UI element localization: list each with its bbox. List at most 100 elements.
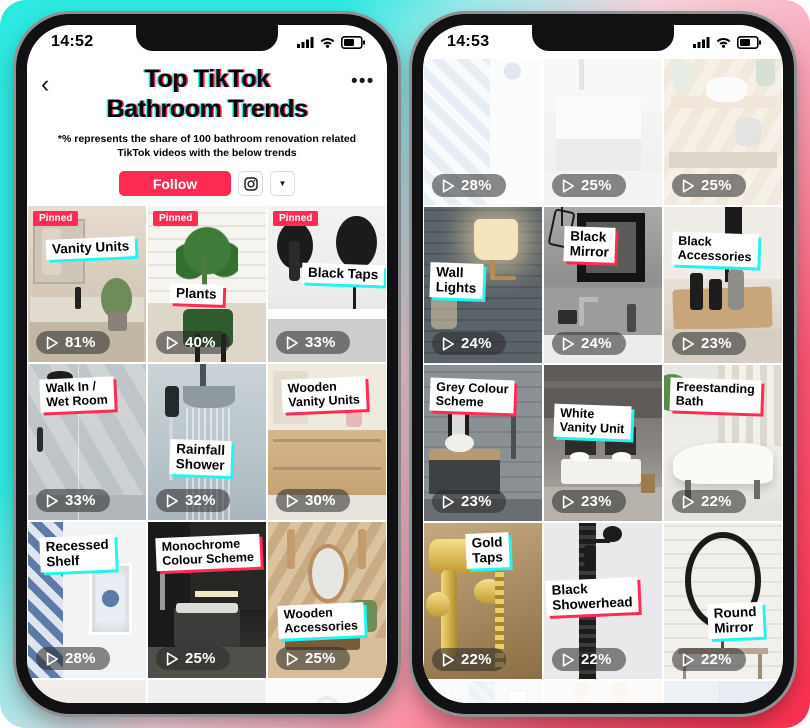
trend-tile[interactable]: Wall Lights 24% xyxy=(424,207,542,363)
trend-tile[interactable]: Grey Colour Scheme 23% xyxy=(424,365,542,521)
view-percentage-value: 30% xyxy=(305,492,336,509)
trend-grid-left: Pinned Vanity Units 81% Pinned Plants 40% Pinn… xyxy=(27,206,387,703)
status-icons xyxy=(297,36,365,49)
play-icon xyxy=(166,494,179,508)
view-percentage-badge: 25% xyxy=(672,174,746,197)
wifi-icon xyxy=(320,36,335,48)
trend-label: Wooden Vanity Units xyxy=(281,377,366,414)
trend-tile[interactable] xyxy=(268,680,386,703)
trend-tile[interactable]: Gold Taps 22% xyxy=(424,523,542,679)
follow-button[interactable]: Follow xyxy=(119,171,231,196)
page-title: Top TikTok Bathroom Trends xyxy=(63,65,351,124)
play-icon xyxy=(682,337,695,351)
view-percentage-badge: 32% xyxy=(156,489,230,512)
view-percentage-value: 22% xyxy=(701,651,732,668)
pinned-badge: Pinned xyxy=(33,211,78,226)
trend-label: Black Showerhead xyxy=(545,577,639,616)
play-icon xyxy=(286,652,299,666)
instagram-button[interactable] xyxy=(238,171,263,196)
trend-tile[interactable]: 25% xyxy=(544,49,662,205)
view-percentage-badge: 33% xyxy=(36,489,110,512)
page-title-line-2: Bathroom Trends xyxy=(63,95,351,125)
trend-tile[interactable]: 25% xyxy=(664,49,782,205)
trend-tile[interactable]: Walk In / Wet Room 33% xyxy=(28,364,146,520)
status-clock: 14:53 xyxy=(447,33,489,51)
view-percentage-badge: 33% xyxy=(276,331,350,354)
view-percentage-value: 24% xyxy=(461,335,492,352)
battery-icon xyxy=(341,36,365,49)
trend-label: Black Taps xyxy=(302,263,385,286)
trend-tile[interactable]: Recessed Shelf 28% xyxy=(28,522,146,678)
phone-left-screen: 14:52 ‹ Top TikTok Bathroom Trends ••• *… xyxy=(27,25,387,703)
trend-tile[interactable]: Monochrome Colour Scheme 25% xyxy=(148,522,266,678)
trend-tile[interactable]: 28% xyxy=(424,49,542,205)
trend-tile[interactable]: Wooden Vanity Units 30% xyxy=(268,364,386,520)
trend-tile[interactable] xyxy=(28,680,146,703)
view-percentage-value: 25% xyxy=(701,177,732,194)
view-percentage-value: 33% xyxy=(305,334,336,351)
tile-photo xyxy=(28,680,146,703)
trend-tile[interactable]: Pinned Plants 40% xyxy=(148,206,266,362)
profile-header: ‹ Top TikTok Bathroom Trends ••• *% repr… xyxy=(27,59,387,206)
view-percentage-badge: 25% xyxy=(156,647,230,670)
dropdown-button[interactable]: ▼ xyxy=(270,171,295,196)
screenshot-canvas: 14:52 ‹ Top TikTok Bathroom Trends ••• *… xyxy=(0,0,810,728)
trend-tile[interactable]: White Vanity Unit 23% xyxy=(544,365,662,521)
trend-tile[interactable] xyxy=(544,681,662,703)
phone-notch xyxy=(136,25,278,51)
view-percentage-value: 24% xyxy=(581,335,612,352)
view-percentage-value: 23% xyxy=(461,493,492,510)
trend-tile[interactable]: Black Accessories 23% xyxy=(664,207,782,363)
trend-label: Black Mirror xyxy=(563,226,615,263)
view-percentage-value: 40% xyxy=(185,334,216,351)
view-percentage-value: 22% xyxy=(581,651,612,668)
view-percentage-value: 23% xyxy=(581,493,612,510)
view-percentage-badge: 28% xyxy=(432,174,506,197)
view-percentage-value: 22% xyxy=(701,493,732,510)
play-icon xyxy=(562,653,575,667)
trend-grid-right: 28% 25% 25% Wall Lights 24% Black Mirror 24% Bl… xyxy=(423,49,783,703)
play-icon xyxy=(682,653,695,667)
view-percentage-badge: 30% xyxy=(276,489,350,512)
view-percentage-badge: 23% xyxy=(552,490,626,513)
tile-photo xyxy=(664,681,782,703)
phone-left: 14:52 ‹ Top TikTok Bathroom Trends ••• *… xyxy=(16,14,398,714)
phone-right: 14:53 28% 25% 25% Wall Lights 24% Black … xyxy=(412,14,794,714)
trend-label: Gold Taps xyxy=(465,532,509,569)
play-icon xyxy=(682,179,695,193)
view-percentage-badge: 22% xyxy=(552,648,626,671)
battery-icon xyxy=(737,36,761,49)
trend-label: White Vanity Unit xyxy=(553,404,631,440)
view-percentage-value: 32% xyxy=(185,492,216,509)
play-icon xyxy=(286,336,299,350)
play-icon xyxy=(442,495,455,509)
trend-label: Walk In / Wet Room xyxy=(39,377,114,413)
trend-tile[interactable]: Black Showerhead 22% xyxy=(544,523,662,679)
play-icon xyxy=(286,494,299,508)
trend-tile[interactable]: Round Mirror 22% xyxy=(664,523,782,679)
trend-tile[interactable]: Pinned Vanity Units 81% xyxy=(28,206,146,362)
view-percentage-value: 81% xyxy=(65,334,96,351)
view-percentage-badge: 22% xyxy=(672,648,746,671)
trend-label: Black Accessories xyxy=(671,232,758,268)
trend-tile[interactable]: Pinned Black Taps 33% xyxy=(268,206,386,362)
trend-tile[interactable]: Freestanding Bath 22% xyxy=(664,365,782,521)
view-percentage-badge: 23% xyxy=(432,490,506,513)
view-percentage-badge: 25% xyxy=(276,647,350,670)
trend-tile[interactable] xyxy=(148,680,266,703)
view-percentage-value: 33% xyxy=(65,492,96,509)
view-percentage-value: 25% xyxy=(305,650,336,667)
trend-tile[interactable]: Rainfall Shower 32% xyxy=(148,364,266,520)
instagram-icon xyxy=(244,177,258,191)
more-options-icon[interactable]: ••• xyxy=(351,65,373,93)
play-icon xyxy=(46,494,59,508)
profile-actions: Follow ▼ xyxy=(41,171,373,196)
play-icon xyxy=(562,495,575,509)
back-chevron-icon[interactable]: ‹ xyxy=(41,65,63,95)
trend-tile[interactable]: Wooden Accessories 25% xyxy=(268,522,386,678)
trend-tile[interactable] xyxy=(424,681,542,703)
pinned-badge: Pinned xyxy=(153,211,198,226)
view-percentage-badge: 22% xyxy=(672,490,746,513)
trend-tile[interactable] xyxy=(664,681,782,703)
trend-tile[interactable]: Black Mirror 24% xyxy=(544,207,662,363)
